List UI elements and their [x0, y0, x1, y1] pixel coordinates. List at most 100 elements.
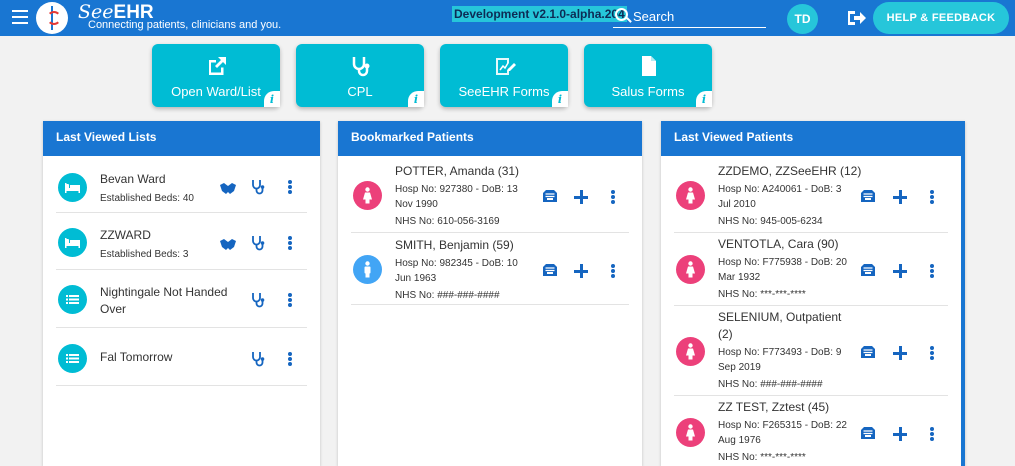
more-options-icon[interactable]	[930, 190, 934, 204]
patient-row[interactable]: ZZ TEST, Zztest (45) Hosp No: F265315 - …	[674, 396, 948, 466]
handover-icon[interactable]	[219, 236, 237, 252]
inbox-icon[interactable]	[542, 188, 558, 204]
list-item[interactable]: Nightingale Not Handed Over	[56, 270, 307, 328]
bed-icon-circle	[58, 228, 87, 257]
list-detail: Established Beds: 3	[100, 249, 189, 260]
patient-dob: Mar 1932	[718, 272, 761, 283]
stethoscope-icon[interactable]	[250, 292, 266, 308]
patient-name: POTTER, Amanda (31)	[395, 164, 520, 178]
add-icon[interactable]	[893, 346, 907, 360]
info-icon[interactable]: i	[264, 91, 280, 107]
female-icon	[686, 261, 695, 278]
patient-dob: Jul 2010	[718, 199, 756, 210]
patient-dob: Aug 1976	[718, 435, 761, 446]
female-icon	[363, 187, 372, 204]
top-app-bar: SeeEHR Connecting patients, clinicians a…	[0, 0, 1015, 36]
tile-seeehr-forms[interactable]: SeeEHR Forms i	[440, 44, 568, 107]
inbox-icon[interactable]	[542, 262, 558, 278]
document-icon	[642, 56, 656, 76]
stethoscope-icon[interactable]	[250, 235, 266, 251]
inbox-icon[interactable]	[860, 188, 876, 204]
brand-tagline: Connecting patients, clinicians and you.	[88, 19, 282, 31]
list-name: Fal Tomorrow	[100, 350, 173, 364]
patient-row[interactable]: ZZDEMO, ZZSeeEHR (12) Hosp No: A240061 -…	[674, 156, 948, 233]
patient-nhs-no: NHS No: ***-***-****	[718, 452, 806, 463]
list-item[interactable]: ZZWARD Established Beds: 3	[56, 213, 307, 270]
female-patient-icon-circle	[676, 418, 705, 447]
inbox-icon[interactable]	[860, 425, 876, 441]
user-avatar[interactable]: TD	[787, 4, 818, 34]
more-options-icon[interactable]	[288, 180, 292, 194]
info-icon[interactable]: i	[408, 91, 424, 107]
tile-open-ward-list[interactable]: Open Ward/List i	[152, 44, 280, 107]
add-icon[interactable]	[893, 264, 907, 278]
add-icon[interactable]	[574, 264, 588, 278]
last-viewed-lists-panel: Last Viewed Lists Bevan Ward Established…	[43, 121, 320, 466]
list-name: Nightingale Not Handed	[100, 285, 228, 299]
tile-cpl[interactable]: CPL i	[296, 44, 424, 107]
scrollbar[interactable]	[961, 156, 965, 466]
environment-badge: Development v2.1.0-alpha.204	[452, 6, 627, 22]
more-options-icon[interactable]	[288, 352, 292, 366]
inbox-icon[interactable]	[860, 344, 876, 360]
female-icon	[686, 343, 695, 360]
patient-dob: Jun 1963	[395, 273, 437, 284]
male-patient-icon-circle	[353, 255, 382, 284]
more-options-icon[interactable]	[930, 346, 934, 360]
patient-name: SMITH, Benjamin (59)	[395, 238, 514, 252]
patient-name: ZZ TEST, Zztest (45)	[718, 400, 830, 414]
list-icon-circle	[58, 344, 87, 373]
info-icon[interactable]: i	[696, 91, 712, 107]
add-icon[interactable]	[574, 190, 588, 204]
more-options-icon[interactable]	[930, 264, 934, 278]
add-icon[interactable]	[893, 190, 907, 204]
search-input[interactable]	[631, 5, 765, 27]
female-patient-icon-circle	[676, 181, 705, 210]
tile-label: CPL	[347, 84, 373, 99]
form-edit-icon	[496, 58, 516, 75]
stethoscope-icon[interactable]	[250, 179, 266, 195]
patient-row[interactable]: SMITH, Benjamin (59) Hosp No: 982345 - D…	[351, 233, 629, 305]
patient-nhs-no: NHS No: ###-###-####	[718, 379, 823, 390]
more-options-icon[interactable]	[288, 293, 292, 307]
search-box[interactable]	[613, 5, 766, 28]
patient-nhs-no: NHS No: ###-###-####	[395, 290, 500, 301]
patient-dob: Sep 2019	[718, 362, 761, 373]
tile-salus-forms[interactable]: Salus Forms i	[584, 44, 712, 107]
patient-nhs-no: NHS No: 610-056-3169	[395, 216, 500, 227]
female-patient-icon-circle	[676, 255, 705, 284]
bed-icon	[65, 183, 80, 193]
more-options-icon[interactable]	[930, 427, 934, 441]
stethoscope-icon	[352, 57, 370, 77]
stethoscope-icon[interactable]	[250, 351, 266, 367]
bookmarked-patients-panel: Bookmarked Patients POTTER, Amanda (31) …	[338, 121, 642, 466]
patient-nhs-no: NHS No: 945-005-6234	[718, 216, 823, 227]
help-feedback-button[interactable]: HELP & FEEDBACK	[873, 2, 1009, 34]
female-icon	[686, 187, 695, 204]
more-options-icon[interactable]	[288, 236, 292, 250]
bed-icon-circle	[58, 173, 87, 202]
handover-icon[interactable]	[219, 180, 237, 196]
search-icon	[615, 8, 628, 21]
inbox-icon[interactable]	[860, 262, 876, 278]
list-item[interactable]: Bevan Ward Established Beds: 40	[56, 156, 307, 213]
info-icon[interactable]: i	[552, 91, 568, 107]
more-options-icon[interactable]	[611, 264, 615, 278]
list-item[interactable]: Fal Tomorrow	[56, 328, 307, 386]
add-icon[interactable]	[893, 427, 907, 441]
patient-row[interactable]: VENTOTLA, Cara (90) Hosp No: F775938 - D…	[674, 233, 948, 306]
patient-row[interactable]: POTTER, Amanda (31) Hosp No: 927380 - Do…	[351, 156, 629, 233]
logout-icon[interactable]	[846, 9, 866, 27]
tile-label: SeeEHR Forms	[458, 84, 550, 99]
logo-icon[interactable]	[36, 2, 68, 34]
female-icon	[686, 424, 695, 441]
female-patient-icon-circle	[353, 181, 382, 210]
menu-icon[interactable]	[12, 10, 28, 26]
list-detail: Established Beds: 40	[100, 193, 194, 204]
more-options-icon[interactable]	[611, 190, 615, 204]
list-icon	[66, 354, 79, 363]
patient-row[interactable]: SELENIUM, Outpatient (2) Hosp No: F77349…	[674, 306, 948, 396]
list-icon	[66, 295, 79, 304]
panel-title: Last Viewed Patients	[661, 121, 965, 156]
patient-nhs-no: NHS No: ***-***-****	[718, 289, 806, 300]
